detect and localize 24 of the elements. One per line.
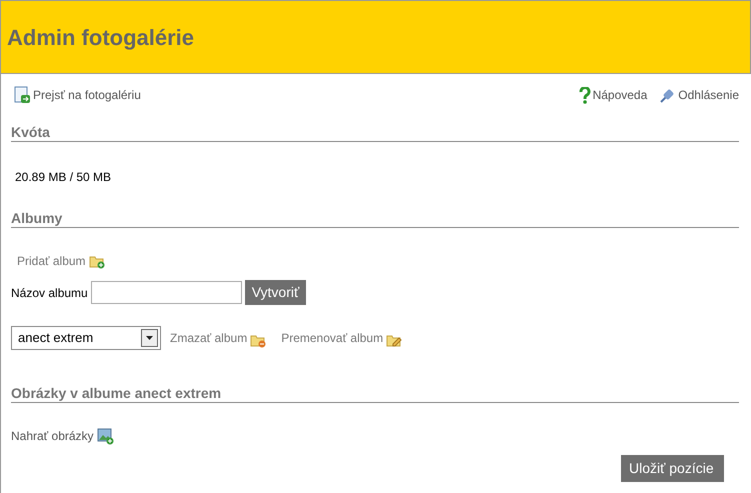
page-arrow-icon (14, 86, 31, 104)
help-icon (578, 86, 591, 104)
section-heading: Albumy (11, 210, 739, 228)
album-name-label: Názov albumu (11, 284, 88, 302)
rename-album-link[interactable]: Premenovať album (281, 329, 384, 347)
album-select[interactable]: anect extrem (11, 326, 161, 350)
folder-minus-icon (250, 332, 266, 348)
image-plus-icon (96, 428, 114, 444)
delete-album-link[interactable]: Zmazať album (170, 329, 248, 347)
help-link[interactable]: Nápoveda (592, 86, 648, 104)
quota-usage: 20.89 MB / 50 MB (15, 169, 112, 186)
section-heading: Kvóta (11, 124, 739, 142)
create-button[interactable]: Vytvoriť (244, 280, 306, 305)
folder-plus-icon (88, 254, 105, 268)
save-positions-button[interactable]: Uložiť pozície (621, 455, 724, 482)
logout-link[interactable]: Odhlásenie (678, 86, 739, 104)
page-title: Admin fotogalérie (7, 24, 194, 52)
gallery-link[interactable]: Prejsť na fotogalériu (33, 86, 141, 104)
album-name-field[interactable] (90, 281, 242, 304)
plug-icon (659, 86, 676, 104)
add-album-link[interactable]: Pridať album (17, 252, 86, 270)
upload-images-link[interactable]: Nahrať obrázky (11, 427, 94, 445)
folder-pencil-icon (386, 333, 402, 347)
section-heading: Obrázky v albume anect extrem (11, 385, 739, 403)
